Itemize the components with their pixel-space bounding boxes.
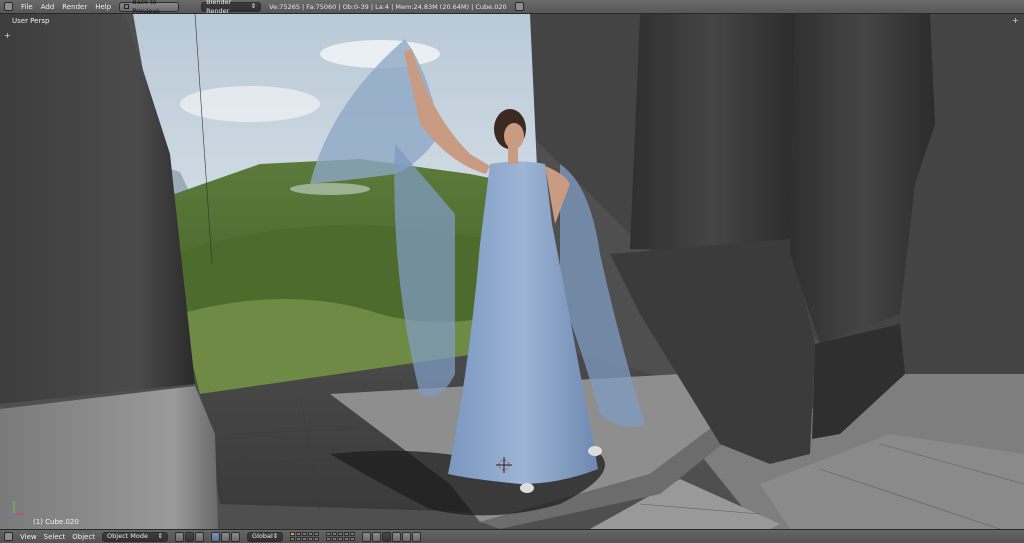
layer-selector-2[interactable]: [326, 532, 356, 541]
fullscreen-icon: [124, 4, 130, 9]
layer-toggle[interactable]: [350, 532, 356, 536]
layer-toggle[interactable]: [326, 532, 332, 536]
mode-label: Object Mode: [107, 532, 148, 540]
toolshelf-toggle-icon[interactable]: +: [4, 32, 11, 40]
view-name: User Persp: [12, 17, 50, 25]
layer-toggle[interactable]: [308, 532, 314, 536]
layer-toggle[interactable]: [302, 537, 308, 541]
layer-toggle[interactable]: [332, 532, 338, 536]
menu-add[interactable]: Add: [41, 0, 55, 14]
3d-viewport[interactable]: User Persp + + (1) Cube.020: [0, 14, 1024, 529]
orientation-dropdown[interactable]: Global ⇕: [247, 531, 284, 542]
layer-toggle[interactable]: [290, 532, 296, 536]
menu-view[interactable]: View: [20, 530, 37, 543]
layer-toggle[interactable]: [314, 532, 320, 536]
orientation-label: Global: [252, 532, 273, 540]
snap-icon[interactable]: [382, 531, 392, 542]
active-object-label: (1) Cube.020: [33, 518, 79, 526]
render-icon[interactable]: [402, 531, 412, 542]
manipulator-toggle-icon[interactable]: [195, 531, 205, 542]
transform-manipulator-group: [211, 531, 241, 542]
viewport-shading-icon[interactable]: [175, 531, 185, 542]
properties-toggle-icon[interactable]: +: [1012, 17, 1019, 25]
menu-object[interactable]: Object: [72, 530, 95, 543]
layer-toggle[interactable]: [344, 532, 350, 536]
layer-toggle[interactable]: [308, 537, 314, 541]
proportional-edit-icon[interactable]: [372, 531, 382, 542]
menu-help[interactable]: Help: [95, 0, 111, 14]
layer-selector[interactable]: [290, 532, 320, 541]
render-animation-icon[interactable]: [412, 531, 422, 542]
layer-toggle[interactable]: [290, 537, 296, 541]
chevron-updown-icon: ⇕: [250, 2, 257, 10]
chevron-updown-icon: ⇕: [272, 532, 279, 540]
screen-icon[interactable]: [514, 2, 524, 11]
layer-toggle[interactable]: [332, 537, 338, 541]
snap-element-icon[interactable]: [392, 531, 402, 542]
translate-manipulator-icon[interactable]: [211, 531, 221, 542]
layer-toggle[interactable]: [296, 537, 302, 541]
editor-type-icon[interactable]: [4, 2, 13, 11]
layer-toggle[interactable]: [338, 537, 344, 541]
layer-toggle[interactable]: [338, 532, 344, 536]
mode-dropdown[interactable]: Object Mode ⇕: [102, 531, 169, 542]
3d-view-header: View Select Object Object Mode ⇕ Global …: [0, 529, 1024, 543]
layer-toggle[interactable]: [350, 537, 356, 541]
back-to-previous-button[interactable]: Back to Previous: [119, 0, 180, 15]
lock-icon[interactable]: [362, 531, 372, 542]
layer-toggle[interactable]: [326, 537, 332, 541]
pivot-point-icon[interactable]: [185, 531, 195, 542]
view3d-editor-icon[interactable]: [4, 532, 13, 541]
menu-select[interactable]: Select: [44, 530, 66, 543]
shading-group: [175, 531, 205, 542]
rotate-manipulator-icon[interactable]: [221, 531, 231, 542]
info-header: File Add Render Help Back to Previous Bl…: [0, 0, 1024, 15]
layer-toggle[interactable]: [314, 537, 320, 541]
layer-toggle[interactable]: [296, 532, 302, 536]
menu-file[interactable]: File: [21, 0, 33, 14]
layer-toggle[interactable]: [302, 532, 308, 536]
layer-toggle[interactable]: [344, 537, 350, 541]
render-engine-dropdown[interactable]: Blender Render ⇕: [201, 0, 262, 15]
scale-manipulator-icon[interactable]: [231, 531, 241, 542]
viewport-scene: [0, 14, 1024, 529]
chevron-updown-icon: ⇕: [157, 532, 164, 540]
scene-stats: Ve:75265 | Fa:75060 | Ob:0-39 | La:4 | M…: [269, 2, 507, 11]
misc-tools-group: [362, 531, 422, 542]
menu-render[interactable]: Render: [62, 0, 87, 14]
